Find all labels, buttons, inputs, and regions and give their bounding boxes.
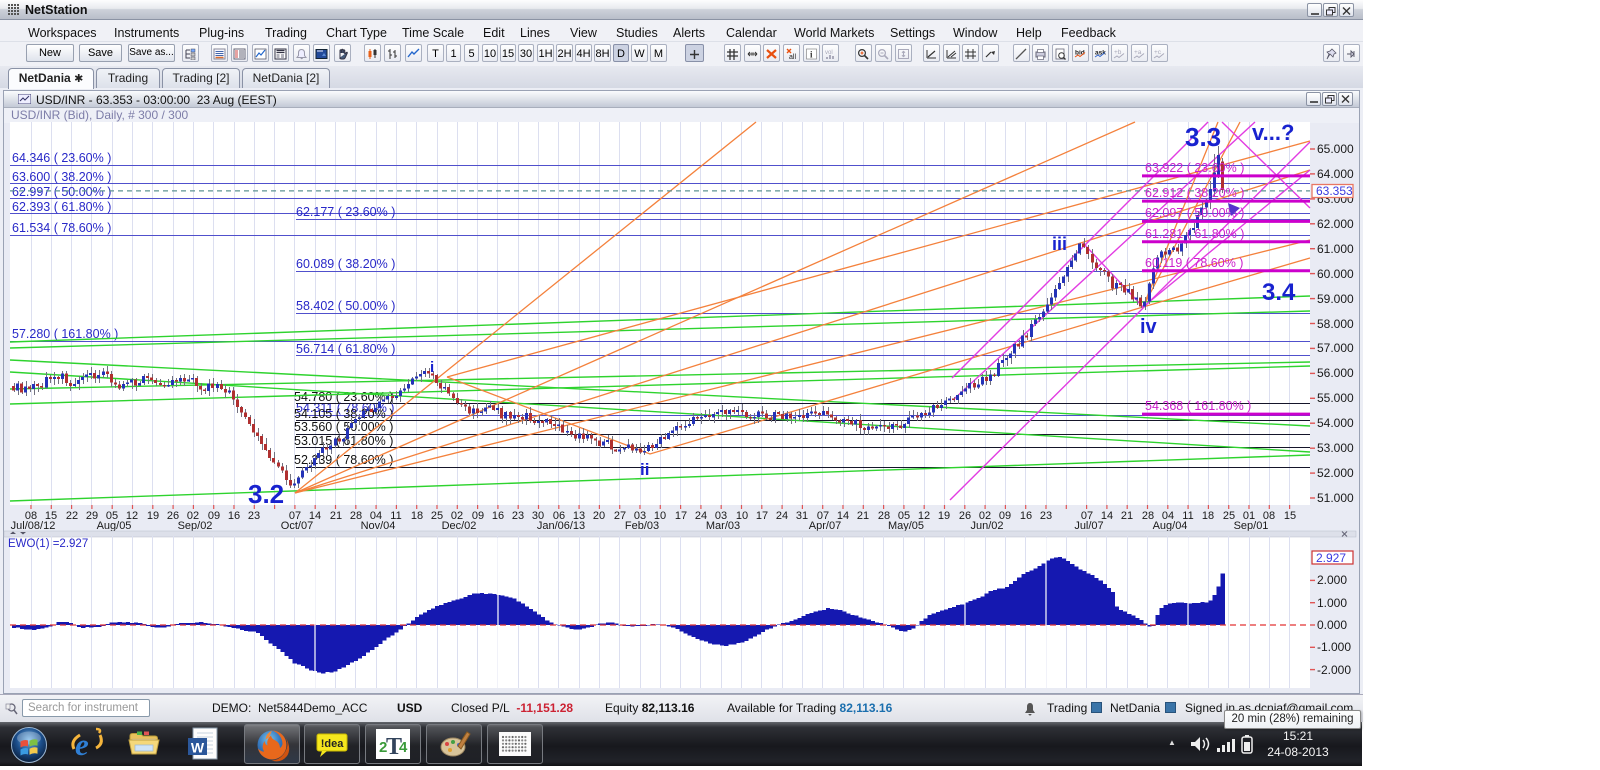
svg-text:Dec/02: Dec/02 (442, 520, 477, 532)
svg-text:May/05: May/05 (888, 520, 924, 532)
svg-text:57.000: 57.000 (1317, 341, 1354, 355)
svg-text:21: 21 (1121, 510, 1133, 522)
svg-text:51.000: 51.000 (1317, 491, 1354, 505)
svg-text:Mar/03: Mar/03 (706, 520, 740, 532)
svg-text:62.997 ( 50.00% ): 62.997 ( 50.00% ) (12, 185, 111, 199)
svg-text:62.000: 62.000 (1317, 217, 1354, 231)
svg-text:61.534 ( 78.60% ): 61.534 ( 78.60% ) (12, 221, 111, 235)
svg-text:18: 18 (411, 510, 423, 522)
svg-text:Jul/07: Jul/07 (1074, 520, 1103, 532)
svg-text:23: 23 (1040, 510, 1052, 522)
svg-text:Jan/06/13: Jan/06/13 (537, 520, 585, 532)
svg-text:19: 19 (938, 510, 950, 522)
svg-text:58.402 ( 50.00% ): 58.402 ( 50.00% ) (296, 299, 395, 313)
svg-text:2.000: 2.000 (1317, 573, 1347, 587)
svg-text:56.714 ( 61.80% ): 56.714 ( 61.80% ) (296, 342, 395, 356)
svg-text:62.912 ( 38.20% ): 62.912 ( 38.20% ) (1145, 186, 1244, 200)
svg-text:Feb/03: Feb/03 (625, 520, 659, 532)
svg-text:Aug/04: Aug/04 (1153, 520, 1188, 532)
svg-text:v...?: v...? (1252, 120, 1294, 145)
svg-text:i: i (430, 359, 434, 376)
svg-text:20: 20 (593, 510, 605, 522)
svg-text:Sep/01: Sep/01 (1234, 520, 1269, 532)
svg-text:21: 21 (857, 510, 869, 522)
svg-text:23: 23 (248, 510, 260, 522)
svg-text:16: 16 (492, 510, 504, 522)
svg-text:26: 26 (959, 510, 971, 522)
svg-text:60.119 ( 78.60% ): 60.119 ( 78.60% ) (1145, 256, 1243, 270)
svg-text:31: 31 (796, 510, 808, 522)
svg-text:54.368 ( 161.80% ): 54.368 ( 161.80% ) (1145, 399, 1251, 413)
svg-text:61.000: 61.000 (1317, 242, 1354, 256)
svg-text:19: 19 (147, 510, 159, 522)
svg-text:ii: ii (640, 460, 649, 479)
svg-text:Jun/02: Jun/02 (970, 520, 1003, 532)
svg-text:3.2: 3.2 (248, 479, 284, 509)
svg-text:-2.000: -2.000 (1317, 663, 1351, 677)
svg-text:18: 18 (1202, 510, 1214, 522)
svg-text:60.000: 60.000 (1317, 267, 1354, 281)
svg-text:1.000: 1.000 (1317, 596, 1347, 610)
svg-text:59.000: 59.000 (1317, 292, 1354, 306)
svg-text:23: 23 (512, 510, 524, 522)
svg-text:63.600 ( 38.20% ): 63.600 ( 38.20% ) (12, 170, 111, 184)
svg-text:15: 15 (1284, 510, 1296, 522)
svg-text:Apr/07: Apr/07 (809, 520, 841, 532)
svg-text:24: 24 (776, 510, 788, 522)
svg-text:64.346 ( 23.60% ): 64.346 ( 23.60% ) (12, 151, 111, 165)
svg-text:2.927: 2.927 (1316, 551, 1346, 565)
svg-text:17: 17 (756, 510, 768, 522)
svg-text:Nov/04: Nov/04 (361, 520, 396, 532)
svg-text:0.000: 0.000 (1317, 618, 1347, 632)
svg-text:Oct/07: Oct/07 (281, 520, 313, 532)
svg-text:62.177 ( 23.60% ): 62.177 ( 23.60% ) (296, 205, 395, 219)
svg-text:64.000: 64.000 (1317, 167, 1354, 181)
svg-text:62.393 ( 61.80% ): 62.393 ( 61.80% ) (12, 200, 111, 214)
svg-text:Aug/05: Aug/05 (97, 520, 132, 532)
svg-text:-1.000: -1.000 (1317, 640, 1351, 654)
svg-text:52.239 ( 78.60% ): 52.239 ( 78.60% ) (294, 453, 393, 467)
svg-text:22: 22 (66, 510, 78, 522)
svg-text:EWO(1) =2.927: EWO(1) =2.927 (8, 538, 88, 550)
svg-text:3.3: 3.3 (1185, 122, 1221, 152)
svg-text:Sep/02: Sep/02 (178, 520, 213, 532)
svg-text:3.4: 3.4 (1262, 279, 1296, 306)
svg-text:Jul/08/12: Jul/08/12 (11, 520, 56, 532)
svg-text:63.922 ( 23.60% ): 63.922 ( 23.60% ) (1145, 161, 1244, 175)
svg-text:iv: iv (1140, 316, 1158, 338)
svg-text:54.105 ( 38.20% ): 54.105 ( 38.20% ) (294, 407, 393, 421)
svg-text:55.000: 55.000 (1317, 391, 1354, 405)
svg-text:17: 17 (675, 510, 687, 522)
svg-text:21: 21 (330, 510, 342, 522)
svg-text:16: 16 (228, 510, 240, 522)
svg-text:53.000: 53.000 (1317, 441, 1354, 455)
svg-text:52.000: 52.000 (1317, 466, 1354, 480)
svg-text:53.560 ( 50.00% ): 53.560 ( 50.00% ) (294, 420, 393, 434)
svg-text:63.353: 63.353 (1316, 184, 1353, 198)
svg-text:iii: iii (1052, 234, 1067, 254)
svg-text:58.000: 58.000 (1317, 317, 1354, 331)
svg-text:65.000: 65.000 (1317, 142, 1354, 156)
svg-text:54.000: 54.000 (1317, 416, 1354, 430)
svg-text:61.281 ( 61.80% ): 61.281 ( 61.80% ) (1145, 227, 1244, 241)
svg-text:56.000: 56.000 (1317, 366, 1354, 380)
svg-text:60.089 ( 38.20% ): 60.089 ( 38.20% ) (296, 257, 395, 271)
svg-text:16: 16 (1020, 510, 1032, 522)
